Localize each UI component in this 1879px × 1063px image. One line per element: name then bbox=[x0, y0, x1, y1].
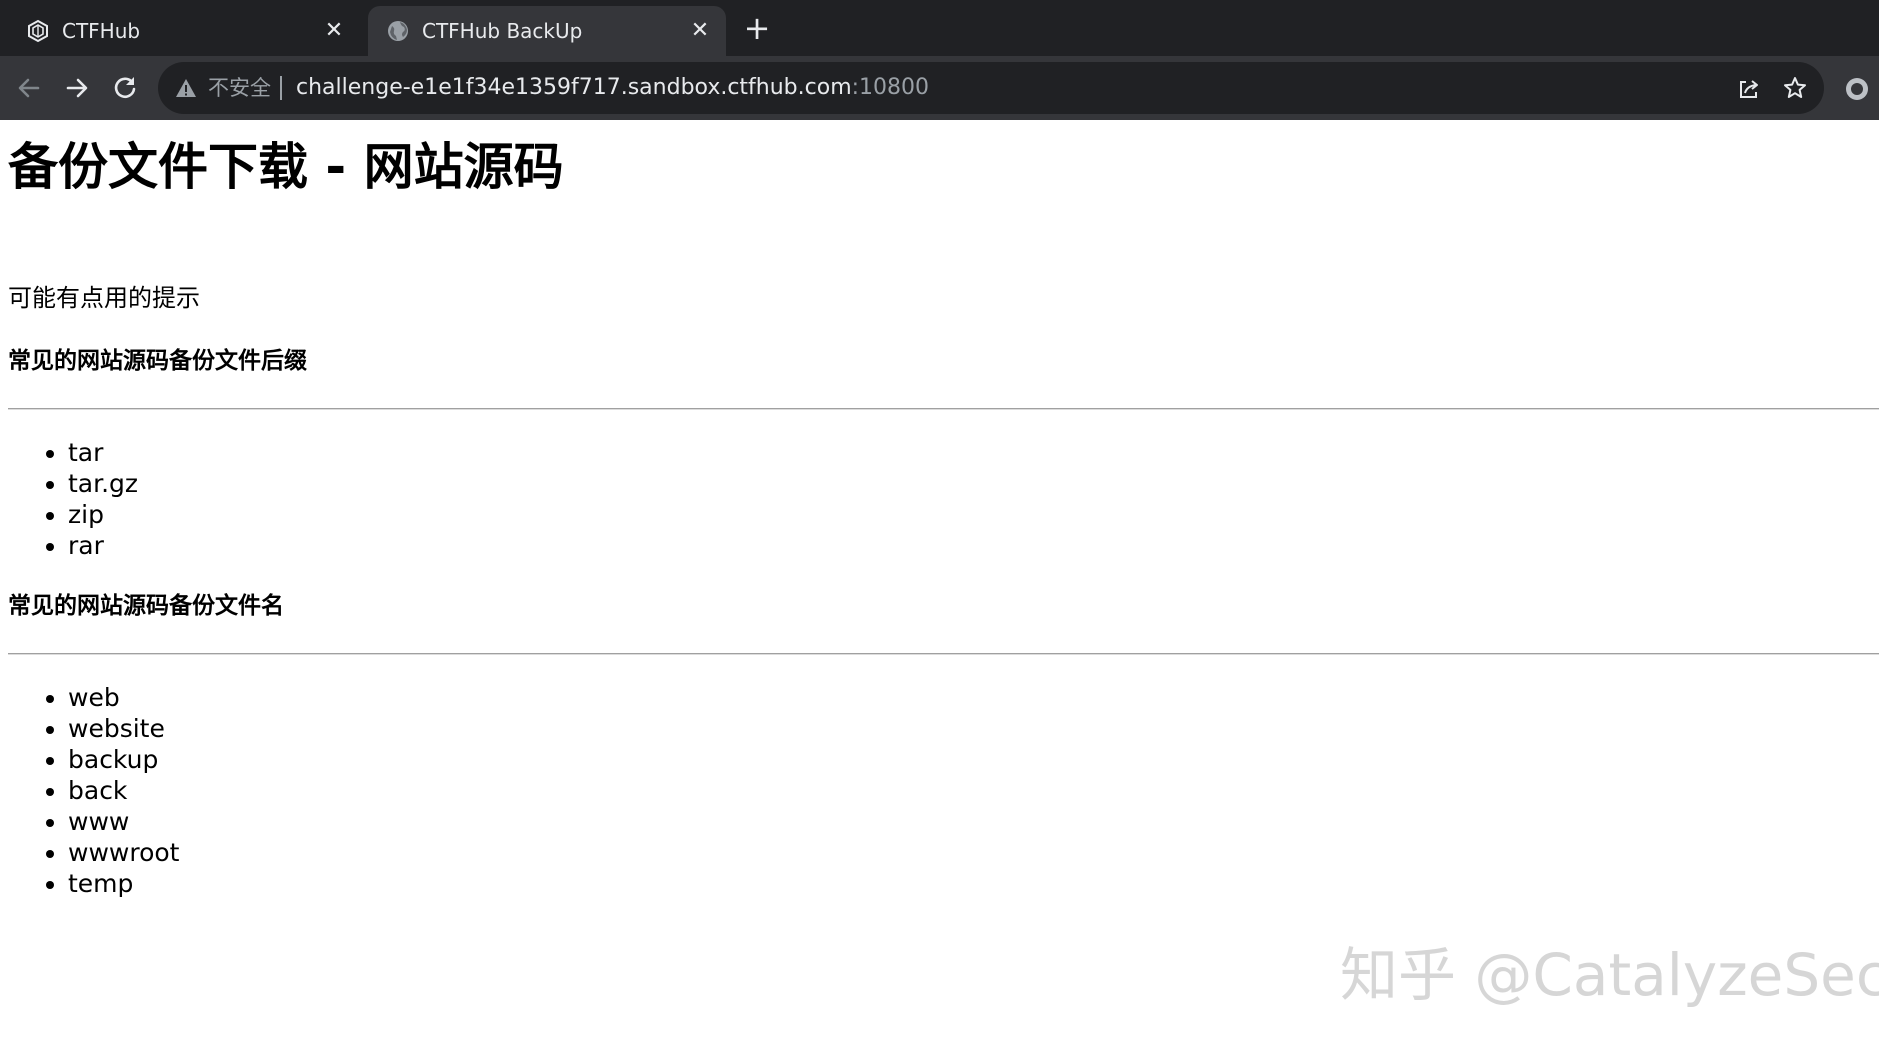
page-title: 备份文件下载 - 网站源码 bbox=[8, 138, 564, 196]
list-item: zip bbox=[68, 499, 138, 530]
tab-title: CTFHub BackUp bbox=[422, 19, 583, 43]
tab-strip: CTFHub ✕ CTFHub BackUp ✕ + bbox=[0, 0, 1879, 56]
bookmark-star-icon[interactable] bbox=[1782, 75, 1808, 101]
divider bbox=[8, 408, 1879, 410]
suffix-heading: 常见的网站源码备份文件后缀 bbox=[8, 348, 307, 374]
url-port: :10800 bbox=[851, 75, 930, 100]
list-item: www bbox=[68, 806, 179, 837]
divider bbox=[8, 653, 1879, 655]
page-content: 备份文件下载 - 网站源码 可能有点用的提示 常见的网站源码备份文件后缀 tar… bbox=[0, 120, 1879, 1063]
ctfhub-logo-icon bbox=[28, 19, 48, 43]
list-item: website bbox=[68, 713, 179, 744]
list-item: tar bbox=[68, 437, 138, 468]
new-tab-button[interactable]: + bbox=[742, 12, 772, 44]
close-icon[interactable]: ✕ bbox=[688, 19, 712, 43]
address-bar[interactable]: 不安全 challenge-e1e1f34e1359f717.sandbox.c… bbox=[158, 62, 1824, 114]
globe-icon bbox=[388, 21, 408, 41]
suffix-list: tar tar.gz zip rar bbox=[0, 437, 138, 561]
list-item: back bbox=[68, 775, 179, 806]
tab-ctfhub[interactable]: CTFHub ✕ bbox=[8, 6, 360, 56]
close-icon[interactable]: ✕ bbox=[322, 19, 346, 43]
list-item: backup bbox=[68, 744, 179, 775]
url-text[interactable]: challenge-e1e1f34e1359f717.sandbox.ctfhu… bbox=[296, 74, 929, 102]
back-arrow-icon[interactable] bbox=[11, 70, 47, 106]
security-label[interactable]: 不安全 bbox=[208, 75, 271, 101]
list-item: wwwroot bbox=[68, 837, 179, 868]
list-item: tar.gz bbox=[68, 468, 138, 499]
profile-icon[interactable] bbox=[1844, 76, 1870, 102]
list-item: rar bbox=[68, 530, 138, 561]
reload-icon[interactable] bbox=[107, 70, 143, 106]
warning-icon[interactable] bbox=[174, 76, 198, 100]
filename-heading: 常见的网站源码备份文件名 bbox=[8, 593, 284, 619]
separator bbox=[280, 76, 282, 100]
toolbar: 不安全 challenge-e1e1f34e1359f717.sandbox.c… bbox=[0, 56, 1879, 120]
browser-window: CTFHub ✕ CTFHub BackUp ✕ + 不安全 challenge… bbox=[0, 0, 1879, 1063]
tab-ctfhub-backup[interactable]: CTFHub BackUp ✕ bbox=[368, 6, 726, 56]
hint-text: 可能有点用的提示 bbox=[8, 284, 200, 312]
share-icon[interactable] bbox=[1736, 76, 1762, 102]
list-item: temp bbox=[68, 868, 179, 899]
tab-title: CTFHub bbox=[62, 19, 141, 43]
filename-list: web website backup back www wwwroot temp bbox=[0, 682, 179, 899]
list-item: web bbox=[68, 682, 179, 713]
forward-arrow-icon[interactable] bbox=[59, 70, 95, 106]
url-host: challenge-e1e1f34e1359f717.sandbox.ctfhu… bbox=[296, 75, 852, 100]
watermark: 知乎 @CatalyzeSec bbox=[1340, 941, 1879, 1009]
